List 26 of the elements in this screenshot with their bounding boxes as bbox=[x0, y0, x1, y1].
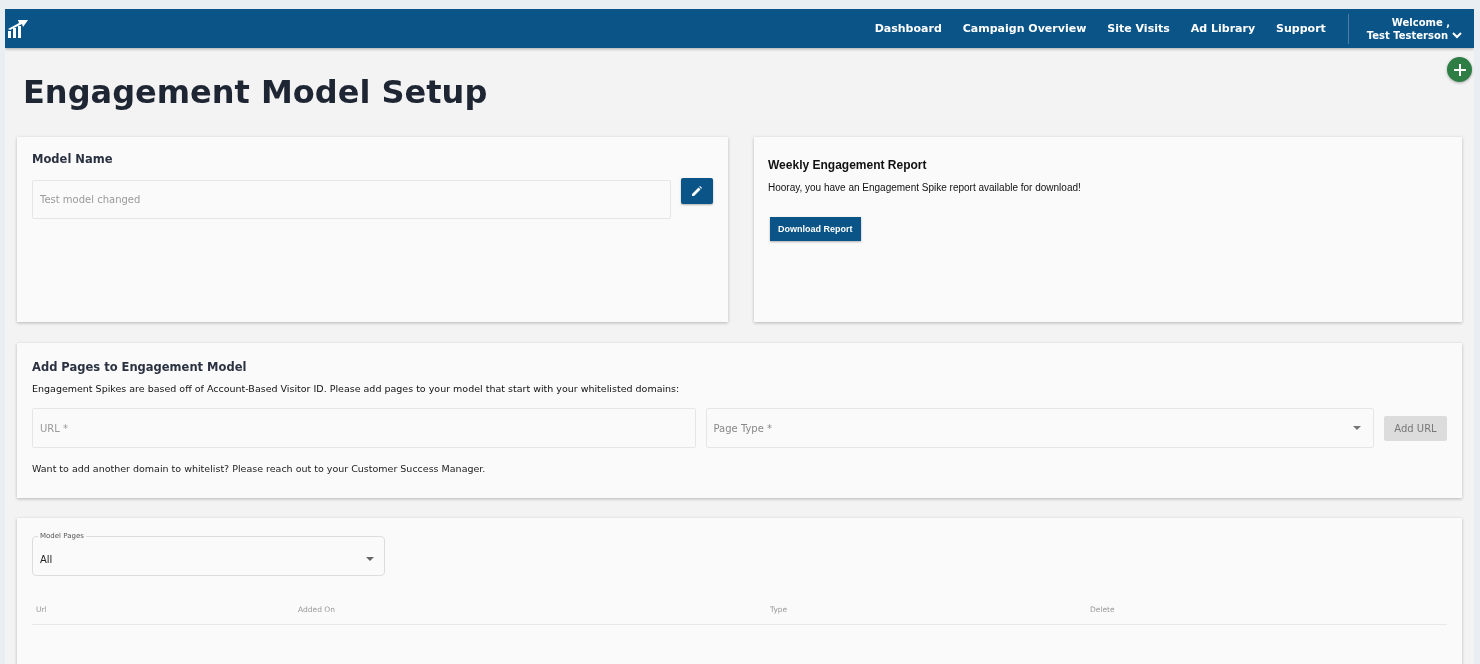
pencil-icon bbox=[692, 186, 702, 196]
nav-link[interactable]: Support bbox=[1276, 22, 1326, 35]
nav-link[interactable]: Dashboard bbox=[874, 22, 942, 35]
page-title: Engagement Model Setup bbox=[22, 72, 488, 113]
card-heading: Weekly Engagement Report bbox=[768, 158, 928, 172]
card-heading: Add Pages to Engagement Model bbox=[32, 360, 248, 374]
welcome-text: Welcome , bbox=[1391, 16, 1450, 28]
dropdown-arrow-icon bbox=[366, 557, 374, 561]
url-field[interactable]: URL * bbox=[32, 408, 696, 448]
add-button[interactable] bbox=[1447, 57, 1472, 82]
nav-link[interactable]: Ad Library bbox=[1190, 22, 1256, 35]
report-message: Hooray, you have an Engagement Spike report available for download! bbox=[768, 182, 1082, 193]
user-menu[interactable]: Test Testerson bbox=[1366, 27, 1462, 41]
card-heading: Model Name bbox=[32, 152, 114, 166]
chevron-down-icon bbox=[1452, 31, 1462, 39]
help-text: Want to add another domain to whitelist? Please reach out to your Customer Success Manager. bbox=[32, 463, 487, 474]
download-report-button[interactable]: Download Report bbox=[770, 217, 861, 241]
description-text: Engagement Spikes are based off of Account-Based Visitor ID. Please add pages to your model that start with your whitelisted domains: bbox=[32, 383, 681, 394]
nav-link[interactable]: Campaign Overview bbox=[962, 22, 1087, 35]
edit-button[interactable] bbox=[681, 178, 713, 204]
plus-icon bbox=[1453, 63, 1466, 76]
bar-chart-arrow-icon[interactable] bbox=[7, 18, 29, 39]
page-type-dropdown[interactable]: Page Type * bbox=[705, 408, 1374, 448]
model-name-field[interactable]: Test model changed bbox=[32, 180, 671, 219]
nav-link[interactable]: Site Visits bbox=[1107, 22, 1170, 35]
dropdown-arrow-icon bbox=[1353, 426, 1361, 430]
